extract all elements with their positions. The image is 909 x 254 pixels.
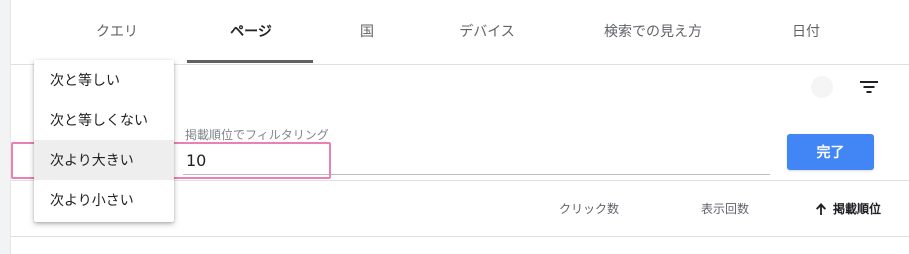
dimension-tabs: クエリ ページ 国 デバイス 検索での見え方 日付 xyxy=(11,0,909,65)
menu-item-less-than[interactable]: 次より小さい xyxy=(34,180,174,220)
page: クエリ ページ 国 デバイス 検索での見え方 日付 掲載順位でフィルタリング 完… xyxy=(0,0,909,254)
done-button[interactable]: 完了 xyxy=(787,134,874,170)
filter-list-icon[interactable] xyxy=(859,78,879,96)
tab-date[interactable]: 日付 xyxy=(756,0,856,62)
filter-value-input[interactable] xyxy=(183,146,336,174)
menu-item-not-equals[interactable]: 次と等しくない xyxy=(34,100,174,140)
tab-search-appearance[interactable]: 検索での見え方 xyxy=(583,0,723,62)
tab-country[interactable]: 国 xyxy=(317,0,417,62)
column-header-impressions[interactable]: 表示回数 xyxy=(701,200,749,217)
menu-item-greater-than[interactable]: 次より大きい xyxy=(34,140,174,180)
toolbar-placeholder xyxy=(811,76,833,98)
menu-item-equals[interactable]: 次と等しい xyxy=(34,60,174,100)
column-header-position-label: 掲載順位 xyxy=(833,202,882,216)
column-header-clicks[interactable]: クリック数 xyxy=(559,200,619,217)
comparison-dropdown-menu: 次と等しい 次と等しくない 次より大きい 次より小さい xyxy=(34,60,174,222)
divider-bottom xyxy=(11,236,909,237)
column-header-position[interactable]: 掲載順位 xyxy=(815,200,881,217)
tab-query[interactable]: クエリ xyxy=(67,0,167,62)
filter-input-underline xyxy=(183,174,770,175)
active-tab-indicator xyxy=(187,60,313,63)
arrow-up-icon xyxy=(816,202,826,215)
tab-device[interactable]: デバイス xyxy=(437,0,537,62)
tab-page[interactable]: ページ xyxy=(201,0,301,62)
filter-field-label: 掲載順位でフィルタリング xyxy=(185,128,329,142)
